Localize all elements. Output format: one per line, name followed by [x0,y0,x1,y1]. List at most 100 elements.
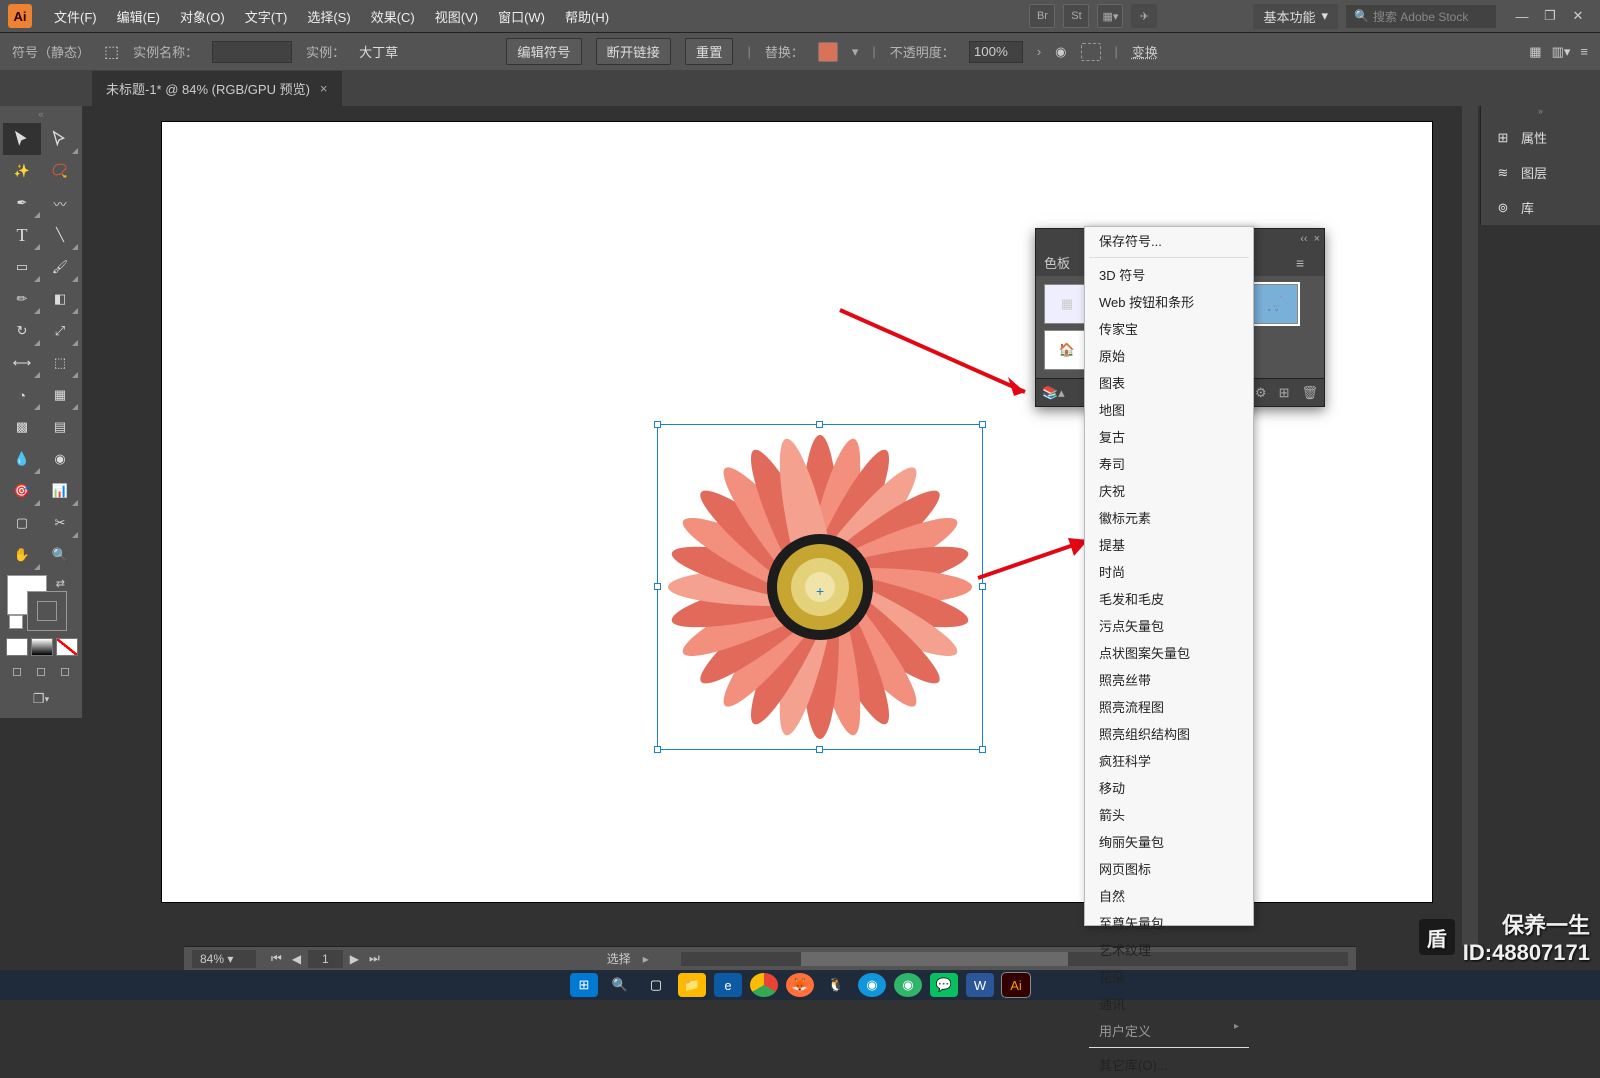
chrome-icon[interactable] [750,973,778,997]
menu-item[interactable]: 3D 符号 [1085,261,1253,288]
maximize-button[interactable]: ❐ [1536,5,1564,27]
layers-panel-tab[interactable]: ≋图层 [1481,155,1600,190]
symbol-options-icon[interactable]: ⚙ [1255,385,1267,401]
gpu-icon[interactable]: ✈ [1131,4,1157,28]
menu-item[interactable]: 疯狂科学 [1085,747,1253,774]
draw-normal-icon[interactable]: ◻ [6,662,28,680]
symbol-instance-icon[interactable]: ⬚ [104,42,119,62]
resize-handle-mr[interactable] [979,583,986,590]
rectangle-tool[interactable]: ▭ [3,251,41,283]
menu-item[interactable]: 庆祝 [1085,477,1253,504]
resize-handle-bm[interactable] [816,746,823,753]
menu-item[interactable]: 至尊矢量包 [1085,909,1253,936]
menu-item[interactable]: 污点矢量包 [1085,612,1253,639]
menu-item[interactable]: 图表 [1085,369,1253,396]
menu-item[interactable]: 提基 [1085,531,1253,558]
symbol-sprayer-tool[interactable]: 🎯 [3,475,41,507]
illustrator-taskbar-icon[interactable]: Ai [1002,973,1030,997]
eyedropper-tool[interactable]: 💧 [3,443,41,475]
free-transform-tool[interactable]: ⬚ [41,347,79,379]
menu-item[interactable]: 复古 [1085,423,1253,450]
menu-item[interactable]: 照亮流程图 [1085,693,1253,720]
taskbar-search-icon[interactable]: 🔍 [606,973,634,997]
qqbrowser-icon[interactable]: ◉ [858,973,886,997]
menu-item[interactable]: 保存符号... [1085,227,1253,254]
symbol-library-menu[interactable]: 保存符号...3D 符号Web 按钮和条形传家宝原始图表地图复古寿司庆祝徽标元素… [1084,226,1254,926]
color-mode-button[interactable] [6,638,28,656]
selection-tool[interactable] [3,123,41,155]
screen-mode-icon[interactable]: ❐▾ [28,689,54,709]
start-button[interactable]: ⊞ [570,973,598,997]
menu-视图[interactable]: 视图(V) [425,3,488,30]
resize-handle-tm[interactable] [816,421,823,428]
menu-item[interactable]: 照亮丝带 [1085,666,1253,693]
wechat-icon[interactable]: 💬 [930,973,958,997]
firefox-icon[interactable]: 🦊 [786,973,814,997]
hand-tool[interactable]: ✋ [3,539,41,571]
menu-帮助[interactable]: 帮助(H) [555,3,619,30]
doc-setup-icon[interactable]: ▥▾ [1552,44,1571,60]
lasso-tool[interactable]: 📿 [41,155,79,187]
opacity-input[interactable] [969,41,1023,63]
menu-item[interactable]: 网页图标 [1085,855,1253,882]
none-mode-button[interactable] [56,638,78,656]
menu-编辑[interactable]: 编辑(E) [107,3,170,30]
edit-symbol-button[interactable]: 编辑符号 [506,38,581,65]
perspective-grid-tool[interactable]: ▦ [41,379,79,411]
menu-文件[interactable]: 文件(F) [44,3,107,30]
menu-item[interactable]: 地图 [1085,396,1253,423]
draw-behind-icon[interactable]: ◻ [30,662,52,680]
gradient-mode-button[interactable] [31,638,53,656]
slice-tool[interactable]: ✂ [41,507,79,539]
resize-handle-ml[interactable] [654,583,661,590]
menu-item[interactable]: 通讯 [1085,990,1253,1017]
blend-tool[interactable]: ◉ [41,443,79,475]
document-tab[interactable]: 未标题-1* @ 84% (RGB/GPU 预览) × [92,71,342,106]
libraries-panel-tab[interactable]: ⊚库 [1481,190,1600,225]
replace-swatch[interactable] [818,42,838,62]
menu-选择[interactable]: 选择(S) [297,3,360,30]
menu-item[interactable]: 照亮组织结构图 [1085,720,1253,747]
swap-fill-stroke-icon[interactable]: ⇄ [56,577,65,590]
menu-item[interactable]: 原始 [1085,342,1253,369]
prefs-icon[interactable]: ≡ [1580,44,1588,59]
menu-item[interactable]: Web 按钮和条形 [1085,288,1253,315]
break-link-button[interactable]: 断开链接 [596,38,671,65]
panel-menu-icon[interactable]: ≡ [1296,255,1316,271]
qq-icon[interactable]: 🐧 [822,973,850,997]
menu-item[interactable]: 点状图案矢量包 [1085,639,1253,666]
line-tool[interactable]: ╲ [41,219,79,251]
menu-item[interactable]: 传家宝 [1085,315,1253,342]
menu-item[interactable]: 花朵 [1085,963,1253,990]
reset-button[interactable]: 重置 [685,38,734,65]
artboard-nav[interactable]: ⏮◀1▶⏭ [268,950,383,968]
resize-handle-tr[interactable] [979,421,986,428]
menu-item[interactable]: 移动 [1085,774,1253,801]
menu-对象[interactable]: 对象(O) [170,3,235,30]
workspace-switcher[interactable]: 基本功能 ▾ [1253,4,1338,29]
vertical-scrollbar[interactable] [1462,106,1478,946]
search-input[interactable]: 🔍搜索 Adobe Stock [1346,5,1496,28]
symbol-libraries-icon[interactable]: 📚▴ [1042,385,1065,401]
eraser-tool[interactable]: ◧ [41,283,79,315]
selection-bounds[interactable]: + [657,424,983,750]
bridge-icon[interactable]: Br [1029,4,1055,28]
gradient-tool[interactable]: ▤ [41,411,79,443]
stock-icon[interactable]: St [1063,4,1089,28]
transform-link[interactable]: 变换 [1132,42,1158,61]
resize-handle-tl[interactable] [654,421,661,428]
align-icon[interactable] [1081,43,1101,61]
arrange-docs-icon[interactable]: ▦▾ [1097,4,1123,28]
menu-item[interactable]: 自然 [1085,882,1253,909]
edge-icon[interactable]: e [714,973,742,997]
menu-文字[interactable]: 文字(T) [235,3,298,30]
resize-handle-br[interactable] [979,746,986,753]
browser360-icon[interactable]: ◉ [894,973,922,997]
symbol-thumb-selected[interactable]: 🛒 [1252,284,1298,324]
menu-item[interactable]: 其它库(O)... [1085,1051,1253,1078]
type-tool[interactable]: T [3,219,41,251]
direct-selection-tool[interactable] [41,123,79,155]
delete-symbol-icon[interactable]: 🗑 [1301,385,1318,401]
menu-item[interactable]: 箭头 [1085,801,1253,828]
rotate-tool[interactable]: ↻ [3,315,41,347]
